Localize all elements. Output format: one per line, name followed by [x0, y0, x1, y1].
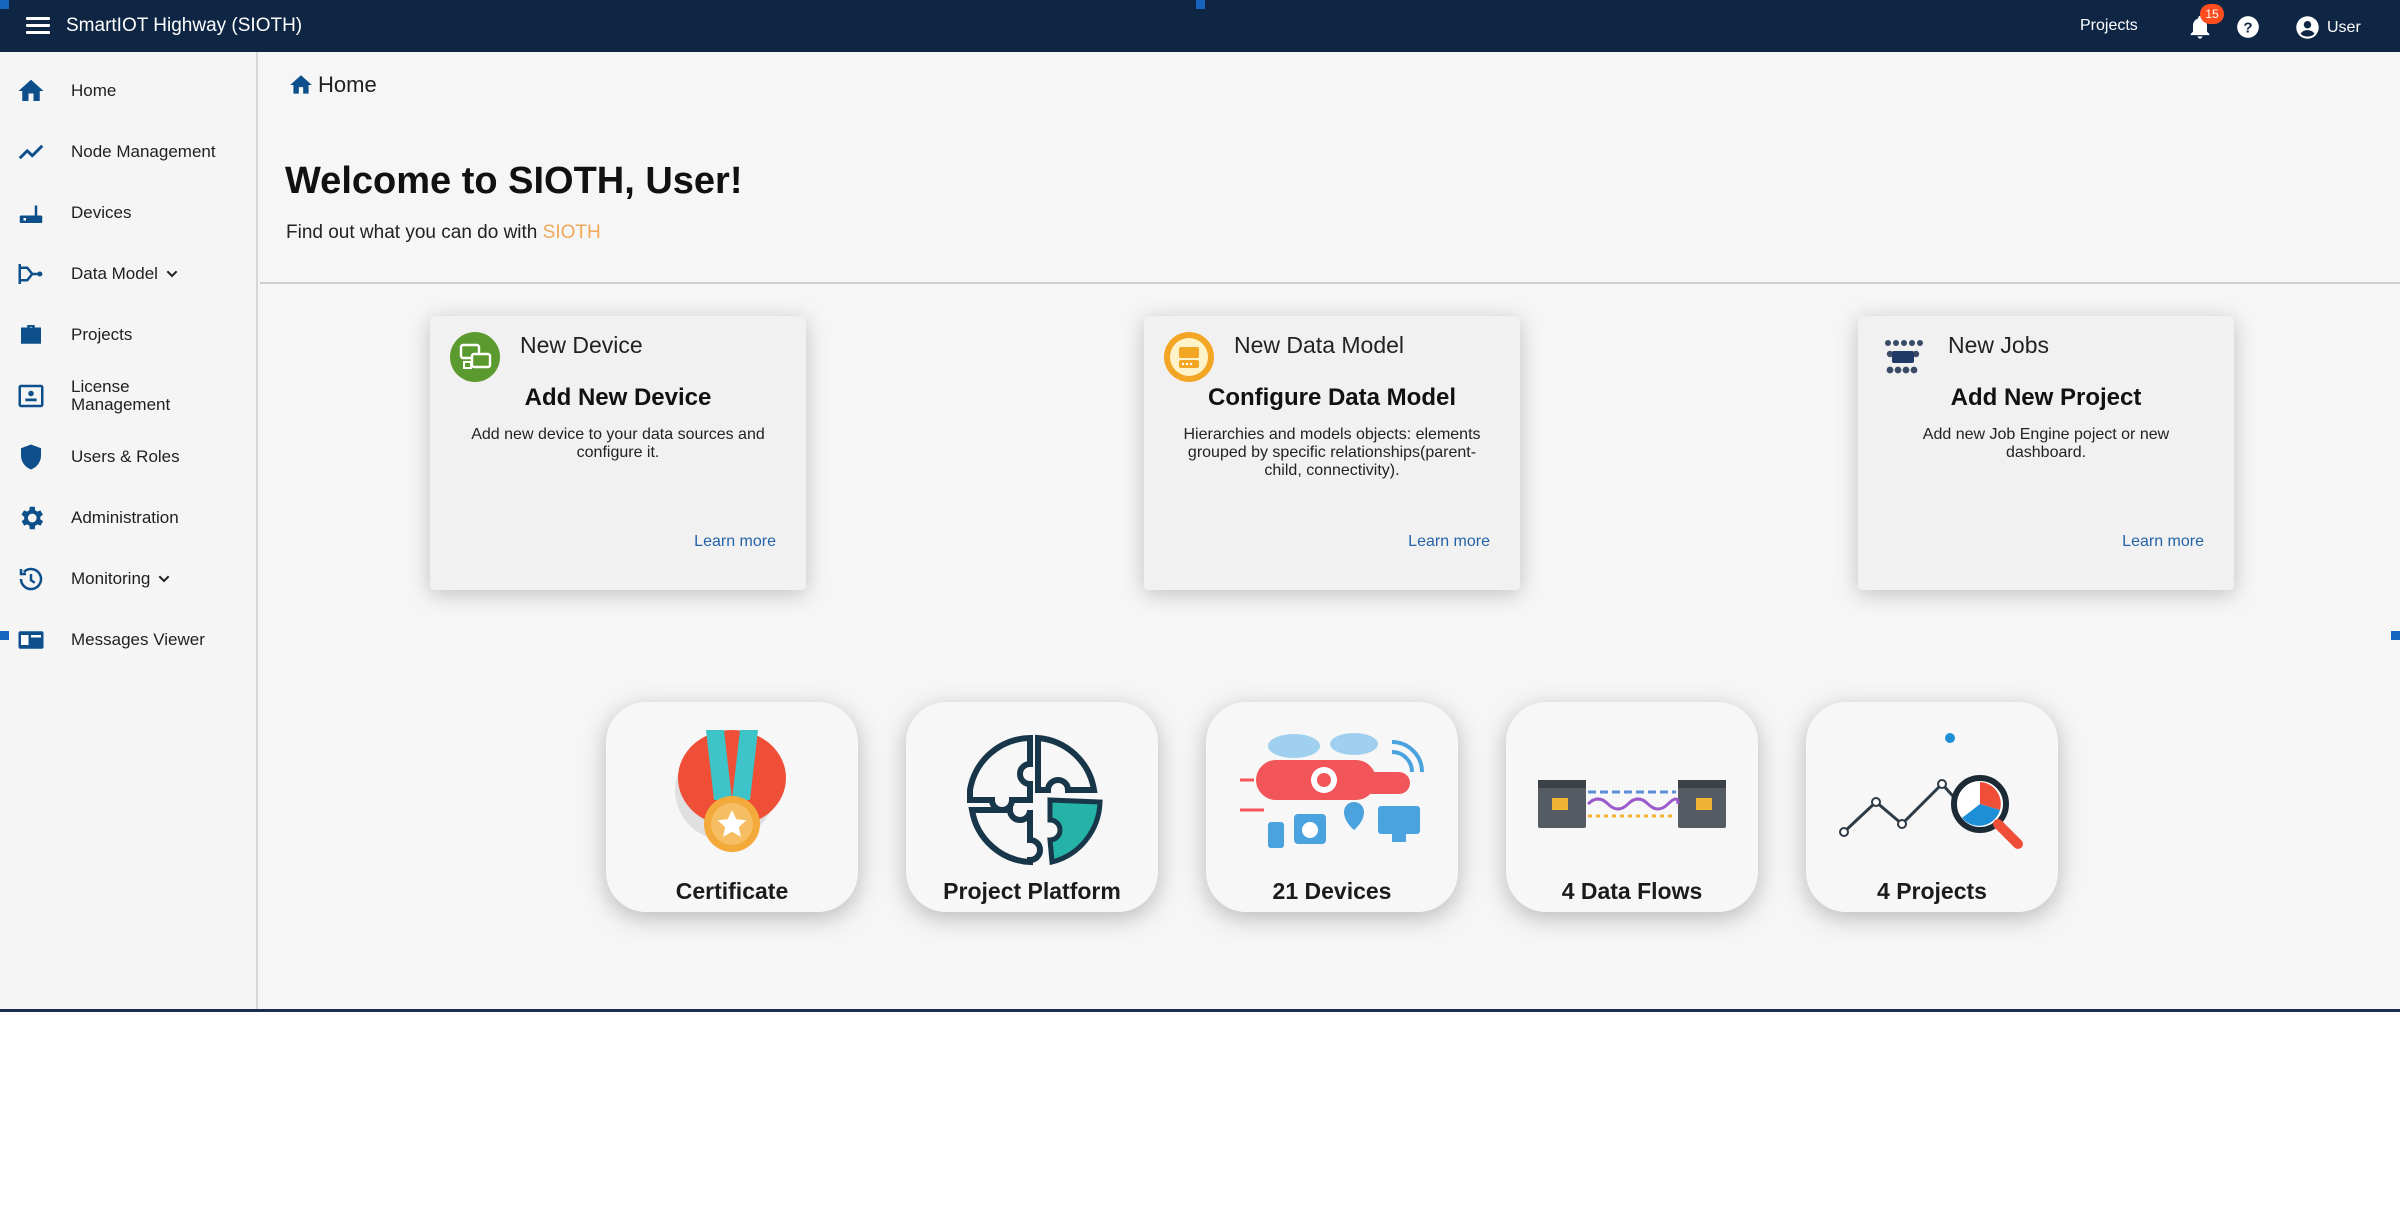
- data-flows-tile[interactable]: 4 Data Flows: [1506, 702, 1758, 912]
- app-title: SmartIOT Highway (SIOTH): [66, 15, 303, 36]
- sidebar-item-node-management[interactable]: Node Management: [0, 128, 256, 176]
- project-platform-tile[interactable]: Project Platform: [906, 702, 1158, 912]
- selection-handle[interactable]: [2391, 631, 2400, 640]
- card-title: New Jobs: [1948, 332, 2049, 358]
- sidebar-item-label: Messages Viewer: [71, 630, 205, 649]
- selection-handle[interactable]: [1196, 0, 1205, 9]
- card-description: Hierarchies and models objects: elements…: [1183, 426, 1481, 479]
- data-model-icon: [1164, 332, 1214, 382]
- sidebar-item-messages-viewer[interactable]: Messages Viewer: [0, 616, 256, 664]
- sidebar-item-label: Monitoring: [71, 570, 172, 588]
- sidebar-item-label: License Management: [71, 377, 171, 414]
- puzzle-icon: [967, 734, 1103, 866]
- tile-label: 21 Devices: [1272, 878, 1392, 904]
- sidebar-item-label: Administration: [71, 508, 179, 527]
- sidebar-item-text: Monitoring: [71, 569, 151, 588]
- app-window: SmartIOT Highway (SIOTH) Projects 15 ? U…: [0, 0, 2400, 1012]
- card-description: Add new device to your data sources and …: [471, 426, 765, 461]
- chevron-down-icon: [166, 270, 178, 278]
- selection-handle[interactable]: [0, 0, 9, 9]
- gear-icon: [21, 506, 44, 530]
- learn-more-link[interactable]: Learn more: [1408, 533, 1490, 551]
- learn-more-link[interactable]: Learn more: [694, 533, 776, 551]
- sidebar-item-label: Users & Roles: [71, 447, 180, 466]
- new-device-card: New Device Add New Device Add new device…: [430, 316, 806, 590]
- home-icon[interactable]: [288, 72, 314, 98]
- new-device-icon: [450, 332, 500, 382]
- projects-tile[interactable]: 4 Projects: [1806, 702, 2058, 912]
- main-content: Home Welcome to SIOTH, User! Find out wh…: [260, 52, 2400, 1011]
- user-name: User: [2327, 18, 2361, 36]
- shield-icon: [21, 444, 41, 470]
- help-icon[interactable]: ?: [2235, 14, 2261, 40]
- sidebar-item-text: Data Model: [71, 264, 158, 283]
- selection-handle[interactable]: [0, 631, 9, 640]
- projects-chart-icon: [1839, 733, 2023, 849]
- license-icon: [18, 384, 44, 408]
- menu-icon[interactable]: [26, 17, 50, 35]
- tile-label: Certificate: [675, 878, 789, 904]
- briefcase-icon: [21, 325, 41, 344]
- data-model-icon: [18, 264, 43, 284]
- card-description: Add new Job Engine poject or new dashboa…: [1922, 426, 2170, 461]
- new-jobs-card: New Jobs Add New Project Add new Job Eng…: [1858, 316, 2234, 590]
- page-title: Welcome to SIOTH, User!: [285, 160, 743, 202]
- user-menu-button[interactable]: User: [2294, 14, 2361, 41]
- subtitle-text: Find out what you can do with: [286, 222, 543, 243]
- sidebar-item-monitoring[interactable]: Monitoring: [0, 555, 256, 603]
- learn-more-link[interactable]: Learn more: [2122, 533, 2204, 551]
- sidebar-item-devices[interactable]: Devices: [0, 189, 256, 237]
- new-data-model-card: New Data Model Configure Data Model Hier…: [1144, 316, 1520, 590]
- notification-count-badge: 15: [2200, 4, 2224, 24]
- tile-label: 4 Projects: [1877, 878, 1987, 904]
- data-flows-icon: [1538, 780, 1726, 828]
- tile-label: Project Platform: [943, 878, 1121, 904]
- messages-icon: [18, 631, 44, 649]
- sidebar-item-users-roles[interactable]: Users & Roles: [0, 433, 256, 481]
- home-icon: [18, 79, 44, 101]
- chevron-down-icon: [159, 575, 170, 583]
- sidebar-item-administration[interactable]: Administration: [0, 494, 256, 542]
- sidebar-item-projects[interactable]: Projects: [0, 311, 256, 359]
- sidebar-item-label: Devices: [71, 203, 132, 222]
- sidebar-item-license-management[interactable]: License Management: [0, 372, 256, 420]
- account-circle-icon: [2296, 16, 2319, 39]
- card-heading: Configure Data Model: [1207, 384, 1456, 411]
- devices-tile[interactable]: 21 Devices: [1206, 702, 1458, 912]
- history-icon: [19, 567, 43, 591]
- sidebar-item-label: Projects: [71, 325, 133, 344]
- breadcrumb-home[interactable]: Home: [318, 72, 377, 98]
- sidebar-item-label: Data Model: [71, 265, 180, 283]
- sidebar-item-label: Home: [71, 81, 117, 100]
- trend-icon: [18, 144, 44, 160]
- breadcrumb: Home: [288, 72, 377, 98]
- sidebar-item-label: Node Management: [71, 142, 216, 161]
- sidebar-nav: Home Node Management Devices Data Model …: [0, 52, 258, 1011]
- router-icon: [19, 205, 43, 223]
- svg-text:?: ?: [2243, 19, 2252, 36]
- team-jobs-icon: [1885, 340, 1923, 374]
- card-title: New Device: [520, 332, 643, 358]
- devices-illustration-icon: [1240, 733, 1424, 848]
- sidebar-item-home[interactable]: Home: [0, 67, 256, 115]
- card-heading: Add New Device: [524, 384, 712, 411]
- brand-link[interactable]: SIOTH: [543, 222, 601, 243]
- top-projects-link[interactable]: Projects: [2080, 17, 2138, 35]
- sidebar-item-data-model[interactable]: Data Model: [0, 250, 256, 298]
- card-heading: Add New Project: [1950, 384, 2142, 411]
- card-title: New Data Model: [1234, 332, 1405, 358]
- certificate-icon: [675, 730, 786, 852]
- tile-label: 4 Data Flows: [1561, 878, 1703, 904]
- bottom-border: [0, 1009, 2400, 1012]
- page-subtitle: Find out what you can do with SIOTH: [286, 222, 601, 244]
- section-divider: [260, 282, 2400, 284]
- certificate-tile[interactable]: Certificate: [606, 702, 858, 912]
